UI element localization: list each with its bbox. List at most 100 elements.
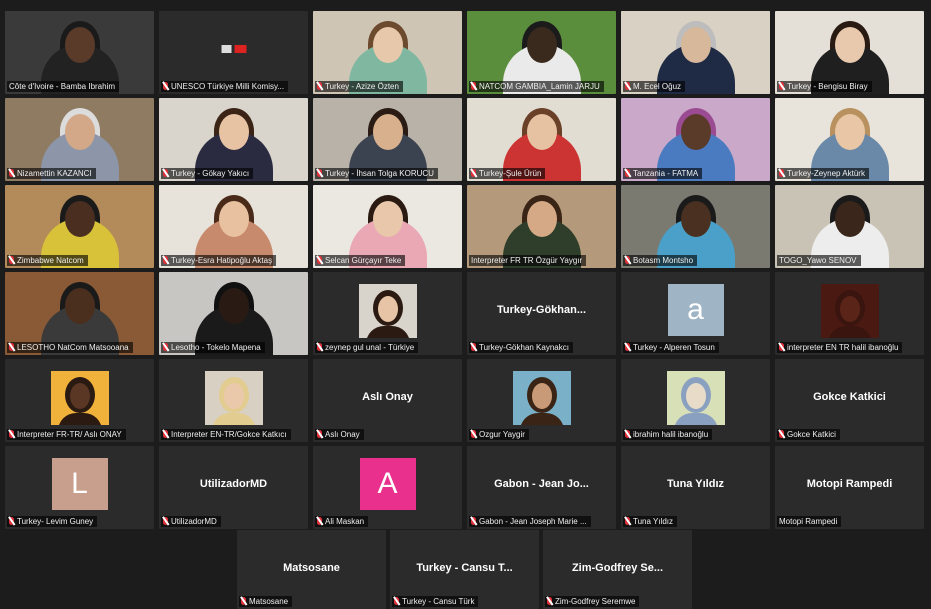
participant-name-label: Botasm Montsho [623,255,698,266]
participant-tile[interactable]: UtilizadorMD UtilizadorMD [159,446,308,529]
participant-tile[interactable]: Turkey-Esra Hatipoğlu Aktaş [159,185,308,268]
muted-mic-icon [625,517,630,525]
participant-tile[interactable]: Botasm Montsho [621,185,770,268]
participant-display-name: UtilizadorMD [199,478,268,490]
participant-name-label: Turkey - Alperen Tosun [623,342,719,353]
muted-mic-icon [471,82,476,90]
participant-display-name: Aslı Onay [362,391,413,403]
participant-name-label: Interpreter FR TR Özgür Yaygır [469,255,587,266]
participant-name-label: Turkey-Zeynep Aktürk [777,168,869,179]
participant-name-label: ibrahim halil ibanoğlu [623,429,713,440]
participant-tile[interactable]: NATCOM GAMBIA_Lamin JARJU [467,11,616,94]
participant-name-label: Matsosane [239,596,293,607]
participant-tile[interactable]: Turkey - Gökay Yakıcı [159,98,308,181]
muted-mic-icon [779,82,784,90]
participant-tile[interactable]: Interpreter EN-TR/Gokce Katkıcı [159,359,308,442]
muted-mic-icon [9,169,14,177]
participant-tile[interactable]: Turkey - İhsan Tolga KORUCU [313,98,462,181]
participant-tile[interactable]: Tanzania - FATMA [621,98,770,181]
participant-tile[interactable]: Zim-Godfrey Se... Zim-Godfrey Seremwe [543,530,692,609]
participant-tile[interactable]: Turkey - Bengisu Biray [775,11,924,94]
participant-name: interpreter EN TR halil ibanoğlu [787,343,899,352]
participant-grid-last-row: Matsosane Matsosane Turkey - Cansu T... Tur… [237,530,692,609]
participant-name: Turkey - Bengisu Biray [787,82,868,91]
letter-avatar: a [667,284,724,336]
participant-tile[interactable]: Selcan Gürçayır Teke [313,185,462,268]
participant-display-name: Motopi Rampedi [806,478,893,490]
participant-tile[interactable]: Aslı Onay Aslı Onay [313,359,462,442]
muted-mic-icon [471,169,476,177]
participant-tile[interactable]: zeynep gul unal - Türkiye [313,272,462,355]
participant-name: M. Ecel Oğuz [633,82,682,91]
muted-mic-icon [779,343,784,351]
participant-display-name: Gokce Katkici [813,391,886,403]
participant-tile[interactable]: M. Ecel Oğuz [621,11,770,94]
muted-mic-icon [317,169,322,177]
participant-tile[interactable]: Turkey-Zeynep Aktürk [775,98,924,181]
participant-tile[interactable]: Turkey-Şule Ürün [467,98,616,181]
participant-tile[interactable]: ibrahim halil ibanoğlu [621,359,770,442]
participant-tile[interactable]: Ozgur Yaygir [467,359,616,442]
participant-tile[interactable]: Interpreter FR TR Özgür Yaygır [467,185,616,268]
participant-tile[interactable]: A Ali Maskan [313,446,462,529]
muted-mic-icon [163,343,168,351]
participant-tile[interactable]: LESOTHO NatCom Matsooana [5,272,154,355]
muted-mic-icon [317,256,322,264]
profile-photo [358,284,417,338]
participant-display-name: Matsosane [283,562,340,574]
participant-tile[interactable]: Matsosane Matsosane [237,530,386,609]
participant-name: Turkey- Levim Guney [17,517,94,526]
participant-name: LESOTHO NatCom Matsooana [17,343,129,352]
participant-tile[interactable]: Côte d'Ivoire - Bamba Ibrahim [5,11,154,94]
participant-tile[interactable]: Turkey-Gökhan... Turkey-Gökhan Kaynakcı [467,272,616,355]
muted-mic-icon [317,430,322,438]
participant-name: Aslı Onay [325,430,360,439]
participant-tile[interactable]: Nizamettin KAZANCI [5,98,154,181]
muted-mic-icon [625,82,630,90]
participant-tile[interactable]: Turkey - Cansu T... Turkey - Cansu Türk [390,530,539,609]
participant-name-label: Selcan Gürçayır Teke [315,255,406,266]
profile-photo [666,371,725,425]
participant-name: Gabon - Jean Joseph Marie ... [479,517,587,526]
participant-name-label: Tuna Yıldız [623,516,678,527]
participant-display-name: Turkey-Gökhan... [496,304,587,316]
participant-tile[interactable]: Lesotho - Tokelo Mapena [159,272,308,355]
participant-name: NATCOM GAMBIA_Lamin JARJU [479,82,600,91]
participant-name: Interpreter FR TR Özgür Yaygır [471,256,583,265]
participant-tile[interactable]: a Turkey - Alperen Tosun [621,272,770,355]
participant-display-name: Gabon - Jean Jo... [494,478,589,490]
participant-name: Interpreter FR-TR/ Aslı ONAY [17,430,122,439]
participant-tile[interactable]: L Turkey- Levim Guney [5,446,154,529]
participant-name: Matsosane [249,597,289,606]
participant-tile[interactable]: TOGO_Yawo SENOV [775,185,924,268]
participant-tile[interactable]: Gabon - Jean Jo... Gabon - Jean Joseph Ma… [467,446,616,529]
participant-tile[interactable]: Tuna Yıldız Tuna Yıldız [621,446,770,529]
participant-tile[interactable]: interpreter EN TR halil ibanoğlu [775,272,924,355]
participant-name-label: Ozgur Yaygir [469,429,529,440]
participant-name: Turkey - İhsan Tolga KORUCU [325,169,434,178]
participant-name: Botasm Montsho [633,256,694,265]
participant-name: UtilizadorMD [171,517,217,526]
participant-name: Turkey - Gökay Yakıcı [171,169,250,178]
muted-mic-icon [625,256,630,264]
participant-tile[interactable]: Turkey - Azize Özten [313,11,462,94]
participant-name-label: interpreter EN TR halil ibanoğlu [777,342,903,353]
participant-name-label: Interpreter FR-TR/ Aslı ONAY [7,429,126,440]
participant-name: Gokce Katkici [787,430,836,439]
participant-name-label: Tanzania - FATMA [623,168,703,179]
participant-name-label: Turkey - Gökay Yakıcı [161,168,254,179]
muted-mic-icon [625,343,630,351]
muted-mic-icon [471,430,476,438]
participant-tile[interactable]: Motopi Rampedi Motopi Rampedi [775,446,924,529]
participant-tile[interactable]: Interpreter FR-TR/ Aslı ONAY [5,359,154,442]
participant-name: Nizamettin KAZANCI [17,169,92,178]
participant-name: Zimbabwe Natcom [17,256,84,265]
participant-name-label: Gokce Katkici [777,429,840,440]
participant-tile[interactable]: Zimbabwe Natcom [5,185,154,268]
participant-name: Turkey-Zeynep Aktürk [787,169,865,178]
participant-tile[interactable]: Gokce Katkici Gokce Katkici [775,359,924,442]
participant-name: Selcan Gürçayır Teke [325,256,402,265]
muted-mic-icon [163,82,168,90]
participant-tile[interactable]: UNESCO Türkiye Milli Komisy... [159,11,308,94]
participant-name-label: Turkey-Gökhan Kaynakcı [469,342,573,353]
